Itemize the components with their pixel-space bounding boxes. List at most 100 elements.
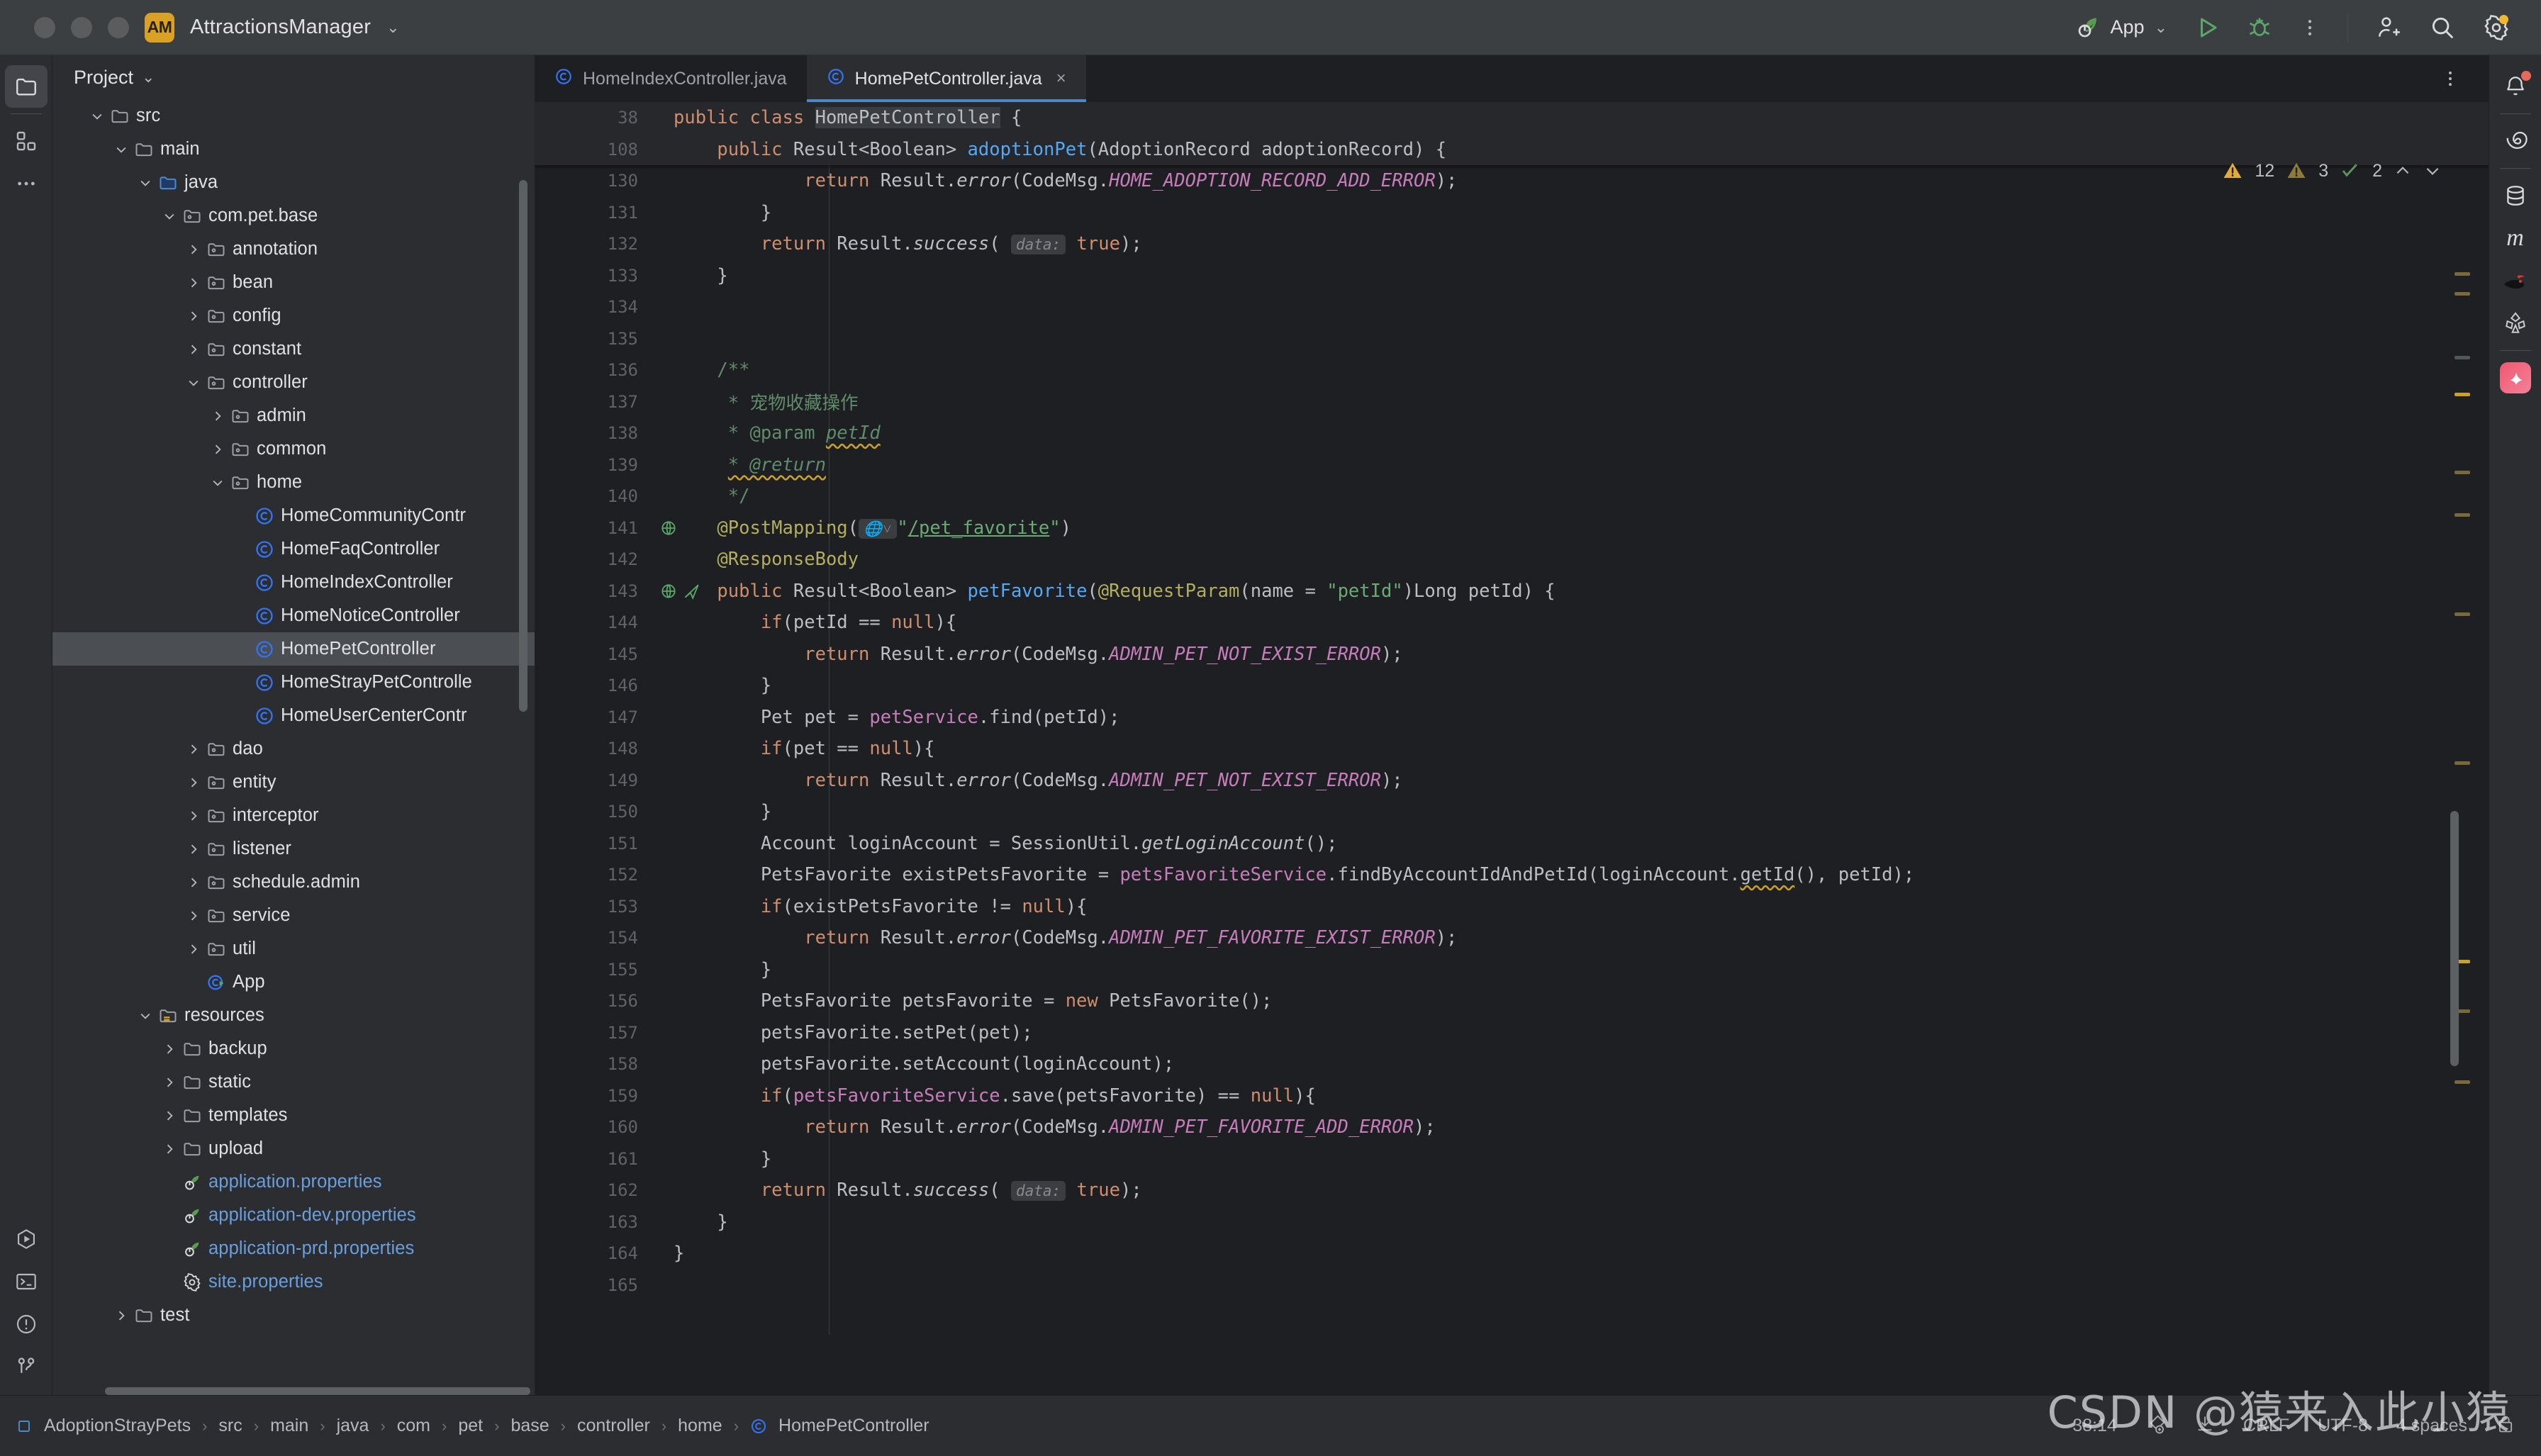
line-separator[interactable]: CRLF [2243,1416,2289,1436]
code-line[interactable]: 139 * @return [535,449,2489,481]
search-icon[interactable] [2429,14,2456,41]
tree-node[interactable]: common [52,432,535,466]
code-line[interactable]: 156 PetsFavorite petsFavorite = new Pets… [535,985,2489,1017]
code-line[interactable]: 165 [535,1270,2489,1301]
settings-icon[interactable] [2483,14,2510,41]
chevron-right-icon[interactable] [183,842,204,856]
tree-node[interactable]: dao [52,732,535,766]
chevron-right-icon[interactable] [159,1042,180,1056]
debug-icon[interactable] [2247,15,2272,40]
chevron-right-icon[interactable] [183,342,204,357]
code-line[interactable]: 150 } [535,796,2489,828]
breadcrumb-item[interactable]: com [397,1416,430,1436]
code-line[interactable]: 141 @PostMapping(🌐˅ "/pet_favorite") [535,513,2489,544]
notifications-icon[interactable] [2494,65,2537,108]
gutter-web-icon[interactable] [659,519,678,537]
code-line[interactable]: 140 */ [535,481,2489,513]
tree-node[interactable]: com.pet.base [52,199,535,233]
code-line[interactable]: 144 if(petId == null){ [535,607,2489,639]
code-line[interactable]: 162 return Result.success( data: true); [535,1175,2489,1206]
run-icon[interactable] [2194,15,2220,40]
chevron-down-icon[interactable] [159,209,180,223]
tree-node[interactable]: constant [52,332,535,366]
breadcrumb-item[interactable]: java [337,1416,369,1436]
chevron-right-icon[interactable] [207,442,228,457]
chevron-down-icon[interactable] [183,376,204,390]
sidebar-item-structure[interactable] [5,120,48,162]
chevron-down-icon[interactable] [111,142,132,157]
spiral-icon[interactable] [2494,120,2537,162]
code-line[interactable]: 151 Account loginAccount = SessionUtil.g… [535,828,2489,860]
code-line[interactable]: 108 public Result<Boolean> adoptionPet(A… [535,134,2489,166]
window-controls[interactable] [34,16,129,38]
code-line[interactable]: 155 } [535,954,2489,986]
code-line[interactable]: 159 if(petsFavoriteService.save(petsFavo… [535,1080,2489,1112]
tree-node[interactable]: main [52,133,535,166]
add-user-icon[interactable] [2375,14,2402,41]
code-line[interactable]: 148 if(pet == null){ [535,733,2489,765]
tree-node[interactable]: HomeStrayPetControlle [52,666,535,699]
sidebar-item-run[interactable] [5,1218,48,1260]
minimize-window-button[interactable] [71,16,92,38]
code-line[interactable]: 161 } [535,1143,2489,1175]
tree-node[interactable]: HomeNoticeController [52,599,535,632]
breadcrumb-item[interactable]: src [218,1416,242,1436]
tree-node[interactable]: backup [52,1032,535,1065]
tree-node[interactable]: src [52,99,535,133]
tree-node[interactable]: util [52,932,535,965]
chevron-down-icon[interactable] [135,1009,156,1023]
close-window-button[interactable] [34,16,55,38]
tree-node[interactable]: application-prd.properties [52,1232,535,1265]
download-icon[interactable] [2195,1414,2215,1438]
tree-node[interactable]: config [52,299,535,332]
project-tree-vertical-scrollbar[interactable] [519,180,527,712]
editor-tab[interactable]: HomePetController.java × [806,55,1086,102]
code-line[interactable]: 138 * @param petId [535,418,2489,449]
code-line[interactable]: 163 } [535,1206,2489,1238]
breadcrumb-item[interactable]: home [678,1416,722,1436]
code-line[interactable]: 136 /** [535,354,2489,386]
tree-node[interactable]: home [52,466,535,499]
tree-node[interactable]: java [52,166,535,199]
editor-options-icon[interactable] [2440,55,2489,102]
sidebar-item-problems[interactable] [5,1303,48,1345]
tree-node[interactable]: HomeFaqController [52,532,535,566]
code-line[interactable]: 153 if(existPetsFavorite != null){ [535,891,2489,923]
tree-node[interactable]: schedule.admin [52,866,535,899]
tree-node[interactable]: entity [52,766,535,799]
close-icon[interactable]: × [1056,69,1066,89]
breadcrumb-item[interactable]: AdoptionStrayPets [44,1416,191,1436]
chevron-down-icon[interactable]: ⌄ [386,18,399,37]
project-tree[interactable]: src main java com.pet.base annotation bean con… [52,99,535,1347]
breadcrumb-item[interactable]: controller [577,1416,650,1436]
tree-node[interactable]: static [52,1065,535,1099]
chevron-right-icon[interactable] [183,775,204,790]
editor-vertical-scrollbar[interactable] [2450,811,2459,1066]
breadcrumb-item[interactable]: base [510,1416,549,1436]
tree-node[interactable]: templates [52,1099,535,1132]
tree-node[interactable]: interceptor [52,799,535,832]
breadcrumb[interactable]: AdoptionStrayPets › src › main › java › com › pet ›… [0,1416,929,1436]
sidebar-item-terminal[interactable] [5,1260,48,1303]
tree-node[interactable]: site.properties [52,1265,535,1299]
tree-node[interactable]: upload [52,1132,535,1165]
chevron-down-icon[interactable] [135,176,156,190]
breadcrumb-item[interactable]: pet [458,1416,483,1436]
code-line[interactable]: 142 @ResponseBody [535,544,2489,576]
tree-node[interactable]: application.properties [52,1165,535,1199]
editor-tab[interactable]: HomeIndexController.java [535,55,807,102]
chevron-right-icon[interactable] [183,309,204,323]
code-line[interactable]: 157 petsFavorite.setPet(pet); [535,1017,2489,1049]
sidebar-item-more[interactable] [5,162,48,205]
more-vertical-icon[interactable] [2299,15,2321,40]
chevron-down-icon[interactable]: ⌄ [142,68,155,86]
chevron-right-icon[interactable] [159,1075,180,1090]
chevron-right-icon[interactable] [207,409,228,423]
code-line[interactable]: 132 return Result.success( data: true); [535,228,2489,260]
indent-setting[interactable]: 4 spaces [2396,1416,2467,1436]
gradle-icon[interactable] [2494,302,2537,345]
tree-node[interactable]: HomePetController [52,632,535,666]
lock-icon[interactable] [2496,1414,2515,1438]
tree-node[interactable]: HomeCommunityContr [52,499,535,532]
chevron-down-icon[interactable] [86,109,108,123]
